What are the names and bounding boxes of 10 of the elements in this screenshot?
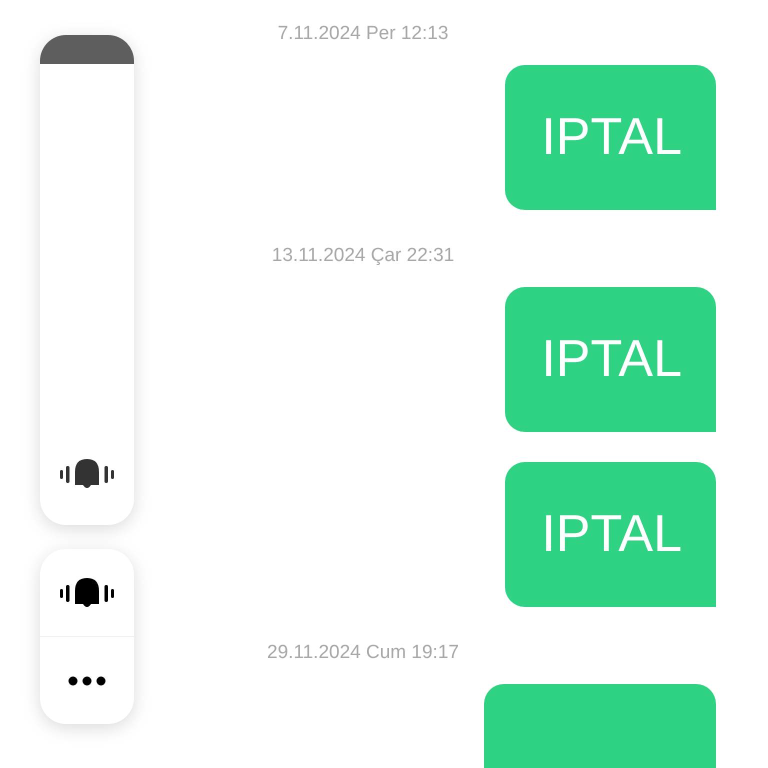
- message-bubble: IPTAL: [505, 65, 716, 210]
- more-icon[interactable]: [68, 676, 106, 686]
- bell-icon: [60, 457, 114, 491]
- message-timestamp: 13.11.2024 Çar 22:31: [270, 245, 456, 267]
- bell-icon[interactable]: [60, 576, 114, 610]
- volume-slider[interactable]: [40, 35, 134, 525]
- message-bubble: IPTAL: [505, 287, 716, 432]
- message-bubble: IPTAL: [505, 462, 716, 607]
- message-timestamp: 7.11.2024 Per 12:13: [276, 23, 450, 45]
- message-timestamp: 29.11.2024 Cum 19:17: [266, 642, 460, 664]
